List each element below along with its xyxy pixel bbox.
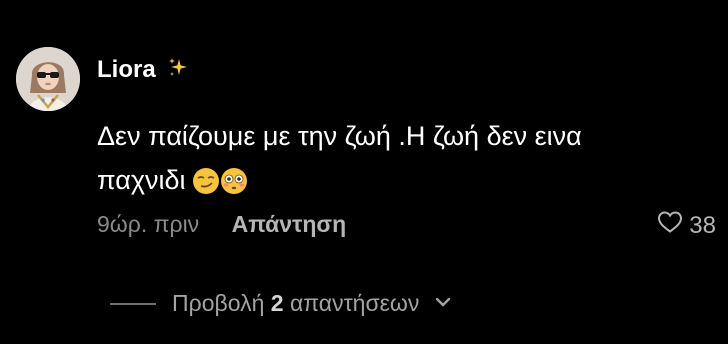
- comment-text-line-1: Δεν παίζουμε με την ζωή .Η ζωή δεν εινα: [97, 121, 582, 151]
- smirking-face-emoji: [192, 168, 219, 194]
- timestamp: 9ώρ. πριν: [97, 211, 200, 237]
- view-replies-button[interactable]: Προβολή 2 απαντήσεων: [110, 290, 451, 317]
- chevron-down-icon[interactable]: [435, 295, 451, 313]
- comment-item: Liora Δεν παίζουμε με την ζωή .Η ζωή δεν…: [0, 0, 728, 344]
- sparkles-icon: [168, 57, 188, 86]
- avatar[interactable]: [16, 47, 80, 111]
- reply-count: 2: [270, 290, 284, 316]
- like-button[interactable]: 38: [657, 210, 716, 241]
- heart-outline-icon[interactable]: [657, 210, 683, 241]
- replies-divider-line: [110, 302, 156, 305]
- emoji-group: [192, 164, 248, 208]
- comment-text-line-2-words: παχνιδι: [97, 165, 186, 195]
- reply-button[interactable]: Απάντηση: [232, 211, 347, 237]
- view-replies-suffix: απαντήσεων: [289, 290, 420, 316]
- like-count: 38: [689, 211, 716, 239]
- view-replies-prefix: Προβολή: [172, 290, 265, 316]
- comment-text-line-2: παχνιδι: [97, 158, 697, 208]
- flushed-face-emoji: [220, 168, 247, 194]
- comment-text: Δεν παίζουμε με την ζωή .Η ζωή δεν εινα …: [97, 114, 697, 208]
- view-replies-label[interactable]: Προβολή 2 απαντήσεων: [172, 290, 419, 317]
- comment-meta: 9ώρ. πριν Απάντηση: [97, 211, 346, 238]
- username-row[interactable]: Liora: [97, 56, 188, 86]
- username[interactable]: Liora: [97, 56, 156, 83]
